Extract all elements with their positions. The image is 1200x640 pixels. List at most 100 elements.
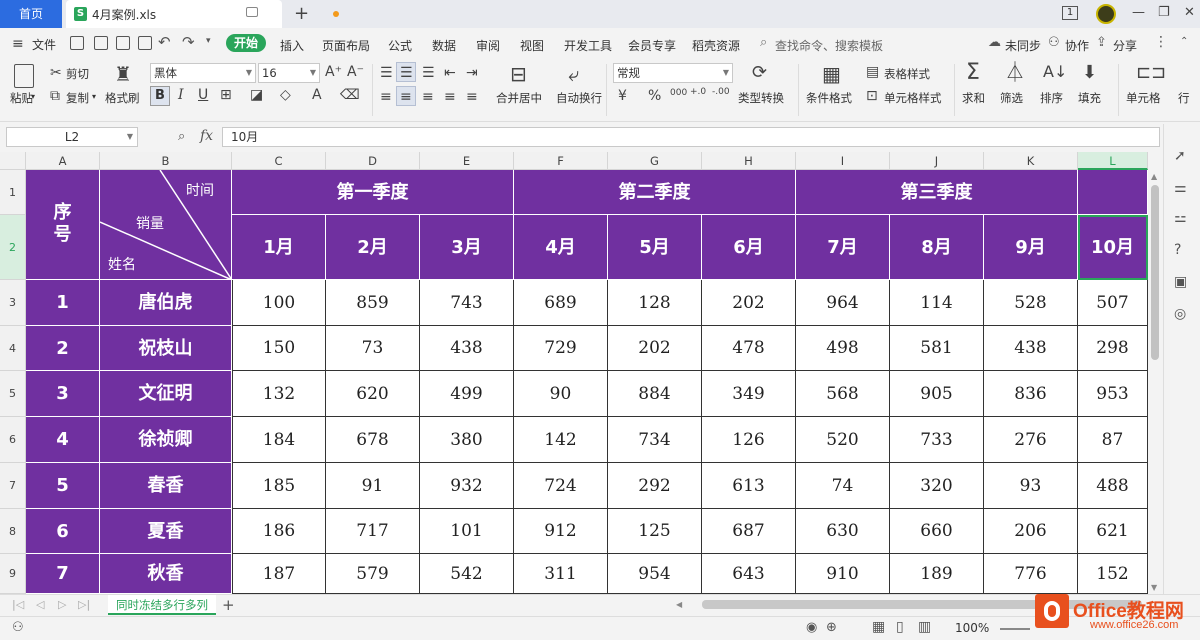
tab-docer[interactable]: 稻壳资源	[692, 37, 740, 54]
conditional-format-button[interactable]: 条件格式	[806, 90, 852, 106]
currency-icon[interactable]: ¥	[618, 89, 627, 103]
value-cell[interactable]: 507	[1078, 280, 1148, 326]
value-cell[interactable]: 320	[890, 463, 984, 509]
value-cell[interactable]: 128	[608, 280, 702, 326]
sequence-cell[interactable]: 7	[26, 554, 100, 594]
help-icon[interactable]: ?	[1174, 242, 1181, 258]
page-layout-view-icon[interactable]: ▯	[896, 619, 904, 635]
value-cell[interactable]: 568	[796, 371, 890, 417]
paste-icon[interactable]	[14, 64, 34, 88]
month-header[interactable]: 4月	[514, 215, 608, 280]
value-cell[interactable]: 729	[514, 326, 608, 371]
zoom-slider[interactable]	[1000, 628, 1030, 630]
name-cell[interactable]: 秋香	[100, 554, 232, 594]
thousands-icon[interactable]: 000	[670, 89, 687, 98]
value-cell[interactable]: 186	[232, 509, 326, 554]
sync-status[interactable]: 未同步	[1005, 37, 1041, 54]
value-cell[interactable]: 717	[326, 509, 420, 554]
align-left-icon[interactable]: ≡	[380, 90, 392, 104]
row-header[interactable]: 6	[0, 417, 26, 463]
location-icon[interactable]: ◎	[1174, 306, 1186, 322]
command-search-input[interactable]: 查找命令、搜索模板	[775, 37, 883, 54]
value-cell[interactable]: 187	[232, 554, 326, 594]
chevron-down-icon[interactable]: ▾	[206, 36, 211, 46]
export-pdf-icon[interactable]	[94, 36, 108, 50]
fill-button[interactable]: 填充	[1078, 90, 1101, 106]
macro-icon[interactable]: ⚇	[12, 620, 24, 635]
value-cell[interactable]: 478	[702, 326, 796, 371]
value-cell[interactable]: 185	[232, 463, 326, 509]
cut-button[interactable]: 剪切	[66, 66, 89, 82]
value-cell[interactable]: 733	[890, 417, 984, 463]
value-cell[interactable]: 884	[608, 371, 702, 417]
value-cell[interactable]: 859	[326, 280, 420, 326]
sequence-cell[interactable]: 6	[26, 509, 100, 554]
value-cell[interactable]: 142	[514, 417, 608, 463]
value-cell[interactable]: 101	[420, 509, 514, 554]
name-cell[interactable]: 唐伯虎	[100, 280, 232, 326]
column-header[interactable]: C	[232, 152, 326, 170]
page-break-view-icon[interactable]: ▥	[918, 619, 931, 635]
row-header[interactable]: 7	[0, 463, 26, 509]
column-header[interactable]: J	[890, 152, 984, 170]
pointer-icon[interactable]: ➚	[1174, 148, 1186, 164]
tab-page-layout[interactable]: 页面布局	[322, 37, 370, 54]
percent-icon[interactable]: %	[648, 89, 661, 103]
print-preview-icon[interactable]	[138, 36, 152, 50]
sequence-cell[interactable]: 2	[26, 326, 100, 371]
sum-button[interactable]: 求和	[962, 90, 985, 106]
value-cell[interactable]: 581	[890, 326, 984, 371]
value-cell[interactable]: 292	[608, 463, 702, 509]
underline-button[interactable]: U	[198, 88, 208, 102]
italic-button[interactable]: I	[178, 88, 184, 102]
scroll-left-icon[interactable]: ◀	[676, 600, 682, 609]
justify-icon[interactable]: ≡	[444, 90, 456, 104]
tab-view[interactable]: 视图	[520, 37, 544, 54]
row-header[interactable]: 5	[0, 371, 26, 417]
normal-view-icon[interactable]: ▦	[872, 619, 885, 635]
increase-font-icon[interactable]: A⁺	[325, 65, 342, 79]
value-cell[interactable]: 678	[326, 417, 420, 463]
value-cell[interactable]: 125	[608, 509, 702, 554]
redo-icon[interactable]: ↷	[182, 33, 195, 51]
page-indicator[interactable]: 1	[1062, 6, 1078, 20]
value-cell[interactable]: 910	[796, 554, 890, 594]
eraser-icon[interactable]: ⌫	[340, 88, 360, 102]
avatar[interactable]	[1096, 4, 1116, 24]
font-color-icon[interactable]: A	[312, 88, 322, 102]
column-header[interactable]: E	[420, 152, 514, 170]
value-cell[interactable]: 743	[420, 280, 514, 326]
fill-color-icon[interactable]: ◇	[280, 88, 291, 102]
restore-icon[interactable]: ❐	[1158, 5, 1170, 20]
tab-member[interactable]: 会员专享	[628, 37, 676, 54]
paste-button[interactable]: 粘贴	[10, 90, 33, 106]
hamburger-icon[interactable]: ≡	[12, 36, 24, 52]
month-header[interactable]: 6月	[702, 215, 796, 280]
value-cell[interactable]: 912	[514, 509, 608, 554]
row-col-button[interactable]: 行	[1178, 90, 1190, 106]
indent-increase-icon[interactable]: ⇥	[466, 66, 478, 80]
tab-developer[interactable]: 开发工具	[564, 37, 612, 54]
column-header[interactable]: D	[326, 152, 420, 170]
month-header[interactable]: 3月	[420, 215, 514, 280]
quarter-header[interactable]: 第二季度	[514, 170, 796, 215]
align-bottom-icon[interactable]: ☰	[422, 66, 435, 80]
name-cell[interactable]: 夏香	[100, 509, 232, 554]
filter-button[interactable]: 筛选	[1000, 90, 1023, 106]
sequence-header[interactable]: 序号	[26, 170, 100, 280]
value-cell[interactable]: 202	[608, 326, 702, 371]
value-cell[interactable]: 520	[796, 417, 890, 463]
value-cell[interactable]: 964	[796, 280, 890, 326]
document-tab[interactable]: S 4月案例.xls	[66, 0, 339, 28]
name-box[interactable]: L2 ▼	[6, 127, 138, 147]
value-cell[interactable]: 613	[702, 463, 796, 509]
save-icon[interactable]	[70, 36, 84, 50]
month-header[interactable]: 8月	[890, 215, 984, 280]
undo-icon[interactable]: ↶	[158, 33, 171, 51]
collapse-ribbon-icon[interactable]: ⌃	[1180, 36, 1188, 47]
language-icon[interactable]: ⊕	[826, 620, 837, 635]
column-header[interactable]: A	[26, 152, 100, 170]
select-all-corner[interactable]	[0, 152, 26, 170]
zoom-search-icon[interactable]: ⌕	[178, 129, 185, 144]
value-cell[interactable]: 630	[796, 509, 890, 554]
